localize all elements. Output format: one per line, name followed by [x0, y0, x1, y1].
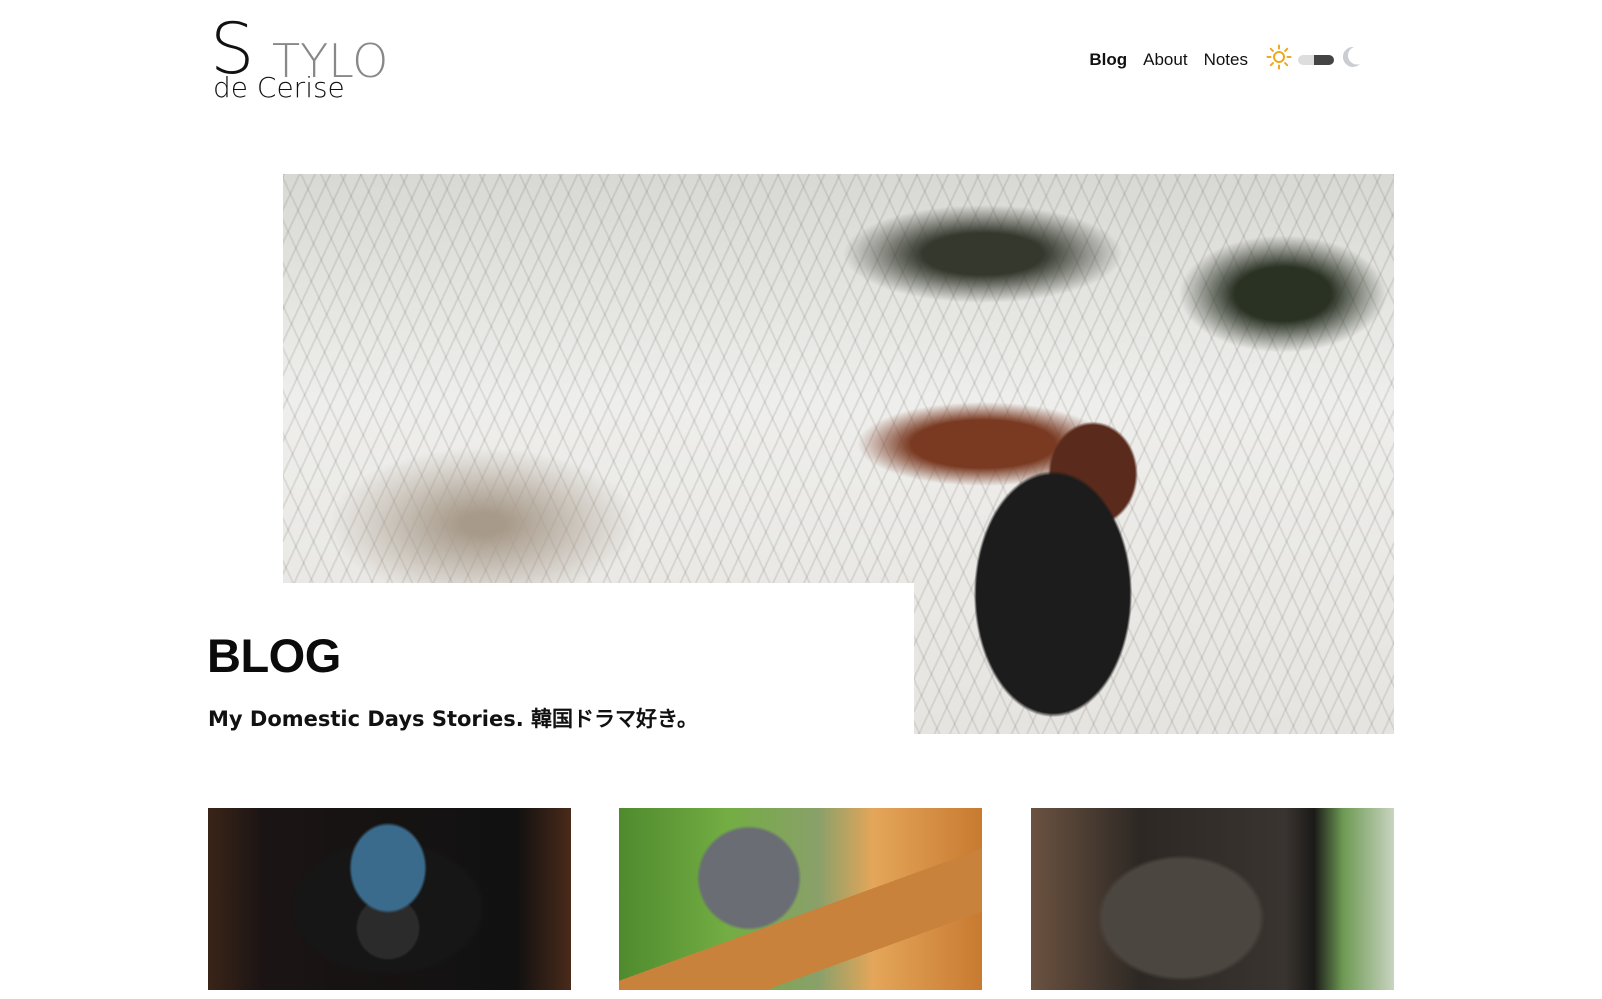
- moon-icon[interactable]: [1340, 45, 1362, 74]
- logo-tagline: de Cerise: [213, 71, 345, 104]
- nav-blog[interactable]: Blog: [1089, 50, 1127, 70]
- nav-about[interactable]: About: [1143, 50, 1187, 70]
- nav-notes[interactable]: Notes: [1204, 50, 1248, 70]
- sun-icon[interactable]: [1266, 44, 1292, 75]
- page-subtitle: My Domestic Days Stories. 韓国ドラマ好き。: [208, 707, 698, 731]
- post-card-image-2[interactable]: [619, 808, 982, 990]
- page-title: BLOG: [207, 629, 341, 682]
- site-logo[interactable]: S TYLO de Cerise: [210, 14, 388, 104]
- theme-toggle[interactable]: [1298, 54, 1334, 65]
- theme-switcher: [1266, 44, 1362, 75]
- post-card-image-3[interactable]: [1031, 808, 1394, 990]
- post-card-image-1[interactable]: [208, 808, 571, 990]
- main-nav: Blog About Notes: [1089, 44, 1362, 75]
